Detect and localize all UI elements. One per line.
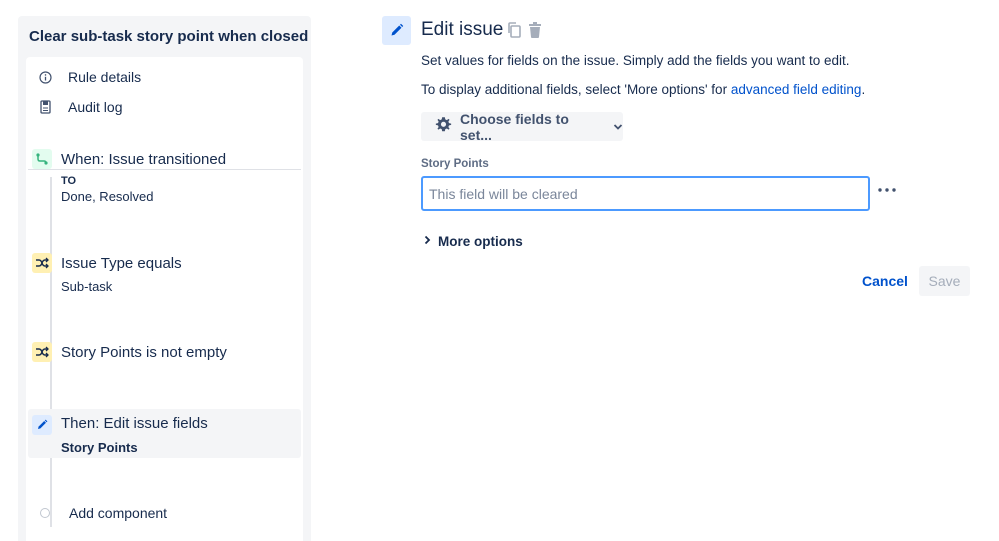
description-advanced-prefix: To display additional fields, select 'Mo… [421, 82, 731, 97]
more-options-label: More options [438, 233, 523, 249]
step-condition-issue-type[interactable]: Issue Type equals Sub-task [28, 249, 301, 299]
add-component-button[interactable]: Add component [38, 505, 167, 521]
nav-audit-log-label: Audit log [68, 99, 123, 115]
step-to-label: TO [61, 175, 77, 187]
cancel-button[interactable]: Cancel [858, 266, 912, 296]
chevron-down-icon [613, 118, 623, 136]
description-text: Set values for fields on the issue. Simp… [421, 53, 850, 68]
chevron-right-icon [424, 232, 431, 250]
step-action-edit-issue[interactable]: Then: Edit issue fields Story Points [28, 409, 301, 458]
shuffle-icon [32, 342, 52, 362]
step-title: When: Issue transitioned [61, 151, 227, 168]
gear-icon [435, 116, 452, 138]
rule-title: Clear sub-task story point when closed [29, 28, 309, 45]
description-advanced: To display additional fields, select 'Mo… [421, 82, 865, 97]
page-title: Edit issue [421, 19, 504, 40]
step-title: Issue Type equals [61, 255, 182, 272]
step-title: Story Points is not empty [61, 344, 227, 361]
trash-icon[interactable] [527, 21, 543, 39]
circle-icon [40, 508, 50, 518]
rule-sidebar: Clear sub-task story point when closed R… [18, 16, 311, 541]
add-component-label: Add component [69, 505, 168, 521]
shuffle-icon [32, 253, 52, 273]
pencil-icon [32, 415, 52, 435]
more-actions-icon[interactable] [877, 180, 897, 200]
story-points-label: Story Points [421, 158, 489, 170]
story-points-input[interactable] [421, 176, 870, 211]
step-trigger-issue-transitioned[interactable]: When: Issue transitioned TO Done, Resolv… [28, 145, 301, 215]
step-condition-story-points[interactable]: Story Points is not empty [28, 338, 301, 368]
step-subtitle: Story Points [61, 440, 138, 455]
description-advanced-suffix: . [861, 82, 866, 97]
automation-rule-editor: Clear sub-task story point when closed R… [0, 0, 999, 541]
document-icon [38, 100, 52, 114]
info-icon [38, 70, 52, 84]
nav-rule-details[interactable]: Rule details [38, 69, 141, 85]
choose-fields-label: Choose fields to set... [460, 110, 569, 143]
pencil-icon [382, 16, 411, 45]
step-title: Then: Edit issue fields [61, 415, 208, 432]
advanced-field-editing-link[interactable]: advanced field editing [731, 82, 862, 97]
transition-icon [32, 149, 52, 169]
copy-icon[interactable] [506, 21, 522, 39]
step-subtitle: Done, Resolved [61, 189, 154, 204]
rule-outline-card: Rule details Audit log When: Issue trans… [26, 57, 303, 541]
choose-fields-dropdown[interactable]: Choose fields to set... [421, 110, 623, 143]
nav-rule-details-label: Rule details [68, 69, 142, 85]
save-button[interactable]: Save [919, 266, 970, 296]
more-options-toggle[interactable]: More options [424, 232, 523, 250]
step-subtitle: Sub-task [61, 279, 113, 294]
nav-audit-log[interactable]: Audit log [38, 99, 122, 115]
